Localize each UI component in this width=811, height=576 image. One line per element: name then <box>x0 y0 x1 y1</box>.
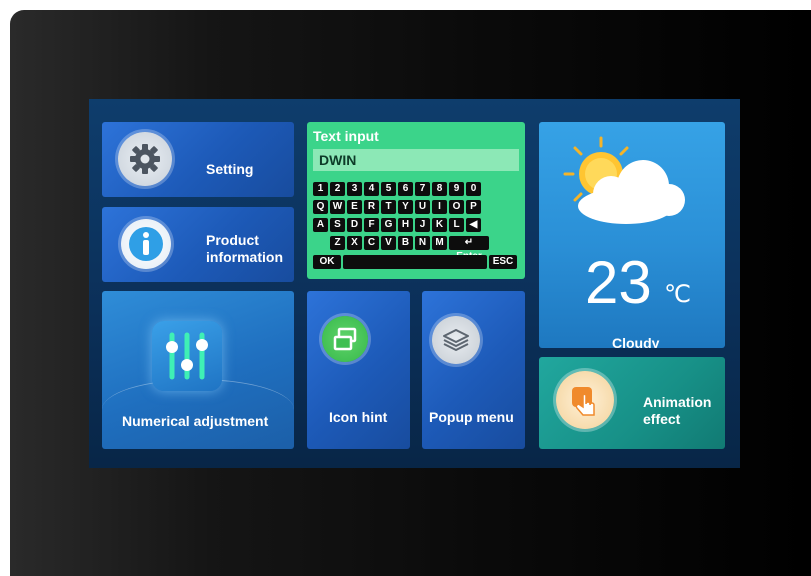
key-p[interactable]: P <box>466 200 481 214</box>
weather-tile[interactable]: 23 ℃ Cloudy <box>539 122 725 348</box>
hmi-screen: Setting Product information Numerical ad… <box>89 99 740 468</box>
key-k[interactable]: K <box>432 218 447 232</box>
popup-menu-label: Popup menu <box>429 409 514 425</box>
key-j[interactable]: J <box>415 218 430 232</box>
key-d[interactable]: D <box>347 218 362 232</box>
gear-icon <box>118 132 172 186</box>
icon-hint-label: Icon hint <box>329 409 388 425</box>
product-label-line1: Product <box>206 232 259 248</box>
key-5[interactable]: 5 <box>381 182 396 196</box>
key-row-1: 1234567890 <box>313 182 481 196</box>
key-z[interactable]: Z <box>330 236 345 250</box>
keyboard-title: Text input <box>313 128 379 144</box>
layers-icon <box>432 316 480 364</box>
enter-key[interactable]: ↵ Enter <box>449 236 489 262</box>
key-c[interactable]: C <box>364 236 379 250</box>
animation-label-line1: Animation <box>643 394 712 410</box>
numerical-adjustment-tile[interactable]: Numerical adjustment <box>102 291 294 449</box>
key-v[interactable]: V <box>381 236 396 250</box>
touch-hand-icon <box>556 371 614 429</box>
key-r[interactable]: R <box>364 200 379 214</box>
weather-condition: Cloudy <box>612 335 660 348</box>
key-f[interactable]: F <box>364 218 379 232</box>
product-label-line2: information <box>206 249 283 265</box>
animation-label-line2: effect <box>643 411 681 427</box>
icon-hint-tile[interactable]: Icon hint <box>307 291 410 449</box>
key-row-2: QWERTYUIOP <box>313 200 481 214</box>
key-i[interactable]: I <box>432 200 447 214</box>
key-1[interactable]: 1 <box>313 182 328 196</box>
key-0[interactable]: 0 <box>466 182 481 196</box>
key-2[interactable]: 2 <box>330 182 345 196</box>
key-8[interactable]: 8 <box>432 182 447 196</box>
key-row-5: OK ESC <box>313 255 517 269</box>
animation-effect-tile[interactable]: Animation effect <box>539 357 725 449</box>
numerical-adjustment-label: Numerical adjustment <box>122 413 269 429</box>
key-b[interactable]: B <box>398 236 413 250</box>
key-h[interactable]: H <box>398 218 413 232</box>
sliders-icon <box>152 321 222 391</box>
product-information-tile[interactable]: Product information <box>102 207 294 282</box>
key-row-3: A S D F G H J K L ◀ <box>313 218 481 232</box>
key-q[interactable]: Q <box>313 200 328 214</box>
popup-menu-tile[interactable]: Popup menu <box>422 291 525 449</box>
key-l[interactable]: L <box>449 218 464 232</box>
key-t[interactable]: T <box>381 200 396 214</box>
key-6[interactable]: 6 <box>398 182 413 196</box>
sun-cloud-icon <box>561 134 701 229</box>
key-s[interactable]: S <box>330 218 345 232</box>
info-icon <box>121 219 171 269</box>
key-o[interactable]: O <box>449 200 464 214</box>
key-x[interactable]: X <box>347 236 362 250</box>
key-7[interactable]: 7 <box>415 182 430 196</box>
key-e[interactable]: E <box>347 200 362 214</box>
key-g[interactable]: G <box>381 218 396 232</box>
text-input-field[interactable]: DWIN <box>313 149 519 171</box>
key-4[interactable]: 4 <box>364 182 379 196</box>
key-row-4: ZXCVBNM↵ Enter <box>330 236 489 262</box>
esc-key[interactable]: ESC <box>489 255 517 269</box>
ok-key[interactable]: OK <box>313 255 341 269</box>
windows-icon <box>322 316 368 362</box>
key-y[interactable]: Y <box>398 200 413 214</box>
key-9[interactable]: 9 <box>449 182 464 196</box>
key-u[interactable]: U <box>415 200 430 214</box>
key-n[interactable]: N <box>415 236 430 250</box>
temperature-unit: ℃ <box>664 280 691 308</box>
temperature-value: 23 <box>585 249 652 316</box>
setting-label: Setting <box>206 161 254 177</box>
key-m[interactable]: M <box>432 236 447 250</box>
key-w[interactable]: W <box>330 200 345 214</box>
key-[interactable]: ◀ <box>466 218 481 232</box>
text-input-keyboard[interactable]: Text input DWIN 1234567890 QWERTYUIOP AS… <box>307 122 525 279</box>
setting-tile[interactable]: Setting <box>102 122 294 197</box>
key-a[interactable]: A <box>313 218 328 232</box>
key-3[interactable]: 3 <box>347 182 362 196</box>
space-key[interactable] <box>343 255 487 269</box>
